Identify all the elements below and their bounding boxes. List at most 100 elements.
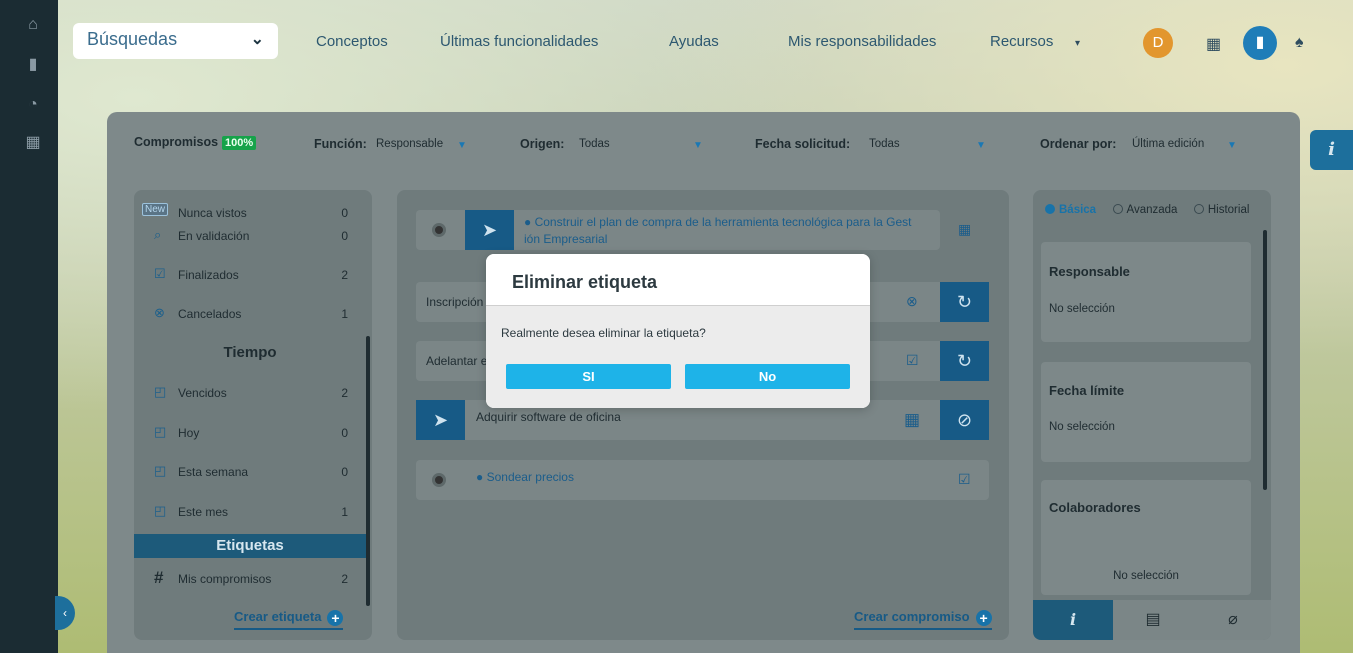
- list-item-label: Vencidos: [178, 386, 227, 400]
- radio-avanzada-label: Avanzada: [1126, 204, 1178, 216]
- nav-ultimas-funcionalidades[interactable]: Últimas funcionalidades: [440, 33, 598, 50]
- list-item-hoy[interactable]: ◰ Hoy 0: [134, 420, 366, 448]
- funcion-select[interactable]: Responsable: [376, 138, 443, 150]
- task-title: Adquirir software de oficina: [476, 410, 621, 424]
- chevron-down-icon: ⌄: [250, 31, 264, 48]
- cancel-circle-icon[interactable]: ⊗: [906, 293, 918, 310]
- dialog-question: Realmente desea eliminar la etiqueta?: [501, 326, 706, 340]
- search-select[interactable]: Búsquedas ⌄: [73, 23, 278, 59]
- send-icon[interactable]: ➤: [465, 210, 514, 250]
- list-item-count: 2: [341, 572, 348, 586]
- home-icon[interactable]: ⌂: [22, 14, 44, 36]
- compromisos-label: Compromisos 100%: [134, 135, 257, 150]
- clock-icon[interactable]: ◔: [22, 94, 44, 116]
- comment-icon[interactable]: ▤: [1113, 600, 1193, 640]
- fecha-limite-box[interactable]: Fecha límite No selección: [1041, 362, 1251, 462]
- list-item-count: 0: [341, 229, 348, 243]
- calendar-flag-icon: ◰: [154, 503, 167, 518]
- no-button[interactable]: No: [685, 364, 850, 389]
- create-commitment-button[interactable]: Crear compromiso +: [854, 609, 992, 630]
- nav-conceptos[interactable]: Conceptos: [316, 33, 388, 50]
- list-item-count: 0: [341, 206, 348, 220]
- list-item-mis-compromisos[interactable]: # Mis compromisos 2: [134, 566, 366, 594]
- caret-down-icon[interactable]: ▼: [457, 140, 467, 151]
- list-item-count: 1: [341, 307, 348, 321]
- plus-icon: +: [327, 610, 344, 626]
- caret-down-icon[interactable]: ▼: [1227, 140, 1237, 151]
- list-item-este-mes[interactable]: ◰ Este mes 1: [134, 499, 366, 527]
- list-item-label: En validación: [178, 229, 250, 243]
- responsable-box[interactable]: Responsable No selección: [1041, 242, 1251, 342]
- detail-panel: Básica Avanzada Historial Responsable No…: [1033, 190, 1271, 640]
- calendar-flag-icon: ◰: [154, 384, 167, 399]
- list-item-label: Finalizados: [178, 268, 239, 282]
- create-tag-button[interactable]: Crear etiqueta +: [234, 609, 344, 630]
- reopen-icon[interactable]: ↻: [940, 282, 989, 322]
- left-rail: ⌂ ▮ ◔ ▦: [0, 0, 58, 653]
- colaboradores-label: Colaboradores: [1049, 500, 1141, 515]
- radio-avanzada[interactable]: [1112, 204, 1123, 214]
- list-item-en-validacion[interactable]: ⌕ En validación 0: [134, 223, 366, 251]
- caret-down-icon[interactable]: ▼: [693, 140, 703, 151]
- nav-mis-responsabilidades[interactable]: Mis responsabilidades: [788, 33, 936, 50]
- calendar-flag-icon: ◰: [154, 424, 167, 439]
- radio-historial[interactable]: [1193, 204, 1204, 214]
- fecha-solicitud-select[interactable]: Todas: [869, 138, 900, 150]
- task-title: Inscripción: [426, 295, 484, 309]
- reopen-icon[interactable]: ↻: [940, 341, 989, 381]
- book-icon[interactable]: ▮: [1243, 26, 1277, 60]
- task-card[interactable]: ● Sondear precios ☑: [416, 460, 989, 500]
- chevron-down-icon: ▾: [1075, 38, 1081, 49]
- detail-tabs: i ▤ ⌀: [1033, 600, 1271, 640]
- list-item-count: 1: [341, 505, 348, 519]
- calendar-icon[interactable]: ▦: [1206, 34, 1221, 54]
- calendar-icon[interactable]: ▦: [958, 221, 971, 238]
- caret-down-icon[interactable]: ▼: [976, 140, 986, 151]
- nav-recursos[interactable]: Recursos: [990, 33, 1053, 50]
- checkbox-icon[interactable]: ☑: [958, 471, 971, 488]
- radio-basica-label: Básica: [1059, 204, 1097, 216]
- send-icon[interactable]: ➤: [416, 400, 465, 440]
- scrollbar[interactable]: [1263, 230, 1267, 490]
- responsable-label: Responsable: [1049, 264, 1130, 279]
- hashtag-icon: #: [154, 568, 164, 587]
- plus-icon: +: [975, 610, 992, 626]
- radio-basica[interactable]: [1045, 204, 1055, 214]
- cancel-icon[interactable]: ⊘: [940, 400, 989, 440]
- clock-icon: [432, 223, 446, 237]
- scrollbar[interactable]: [366, 336, 370, 606]
- nav-ayudas[interactable]: Ayudas: [669, 33, 719, 50]
- colaboradores-box[interactable]: Colaboradores No selección: [1041, 480, 1251, 595]
- progress-badge: 100%: [222, 136, 257, 150]
- books-icon[interactable]: ▮: [22, 54, 44, 76]
- tab-info[interactable]: i: [1033, 600, 1113, 640]
- list-item-cancelados[interactable]: ⊗ Cancelados 1: [134, 301, 366, 329]
- bell-icon[interactable]: ♠: [1295, 34, 1304, 52]
- etiquetas-heading: Etiquetas: [134, 534, 366, 558]
- fecha-solicitud-label: Fecha solicitud:: [755, 137, 851, 151]
- cancel-circle-icon: ⊗: [154, 305, 165, 320]
- paperclip-icon[interactable]: ⌀: [1193, 600, 1271, 640]
- calendar-icon[interactable]: ▦: [22, 132, 44, 154]
- list-item-esta-semana[interactable]: ◰ Esta semana 0: [134, 459, 366, 487]
- task-card[interactable]: ➤ ● Construir el plan de compra de la he…: [416, 210, 971, 250]
- task-title-line1: ● Construir el plan de compra de la herr…: [524, 215, 912, 229]
- list-item-vencidos[interactable]: ◰ Vencidos 2: [134, 380, 366, 408]
- filter-list: New Nunca vistos 0 ⌕ En validación 0 ☑ F…: [134, 190, 372, 640]
- origen-label: Origen:: [520, 137, 565, 151]
- list-item-finalizados[interactable]: ☑ Finalizados 2: [134, 262, 366, 290]
- ordenar-select[interactable]: Última edición: [1132, 138, 1204, 150]
- task-title: ● Sondear precios: [476, 470, 574, 484]
- checkbox-icon[interactable]: ☑: [906, 352, 919, 369]
- task-title-text: Sondear precios: [486, 470, 574, 484]
- list-item-label: Esta semana: [178, 465, 249, 479]
- origen-select[interactable]: Todas: [579, 138, 610, 150]
- info-side-button[interactable]: i: [1310, 130, 1353, 170]
- list-item-count: 2: [341, 268, 348, 282]
- list-item-label: Hoy: [178, 426, 200, 440]
- calendar-icon[interactable]: ▦: [904, 410, 920, 430]
- responsable-value: No selección: [1049, 303, 1115, 315]
- top-bar: Búsquedas ⌄ Conceptos Últimas funcionali…: [58, 0, 1353, 84]
- avatar[interactable]: D: [1143, 28, 1173, 58]
- yes-button[interactable]: SI: [506, 364, 671, 389]
